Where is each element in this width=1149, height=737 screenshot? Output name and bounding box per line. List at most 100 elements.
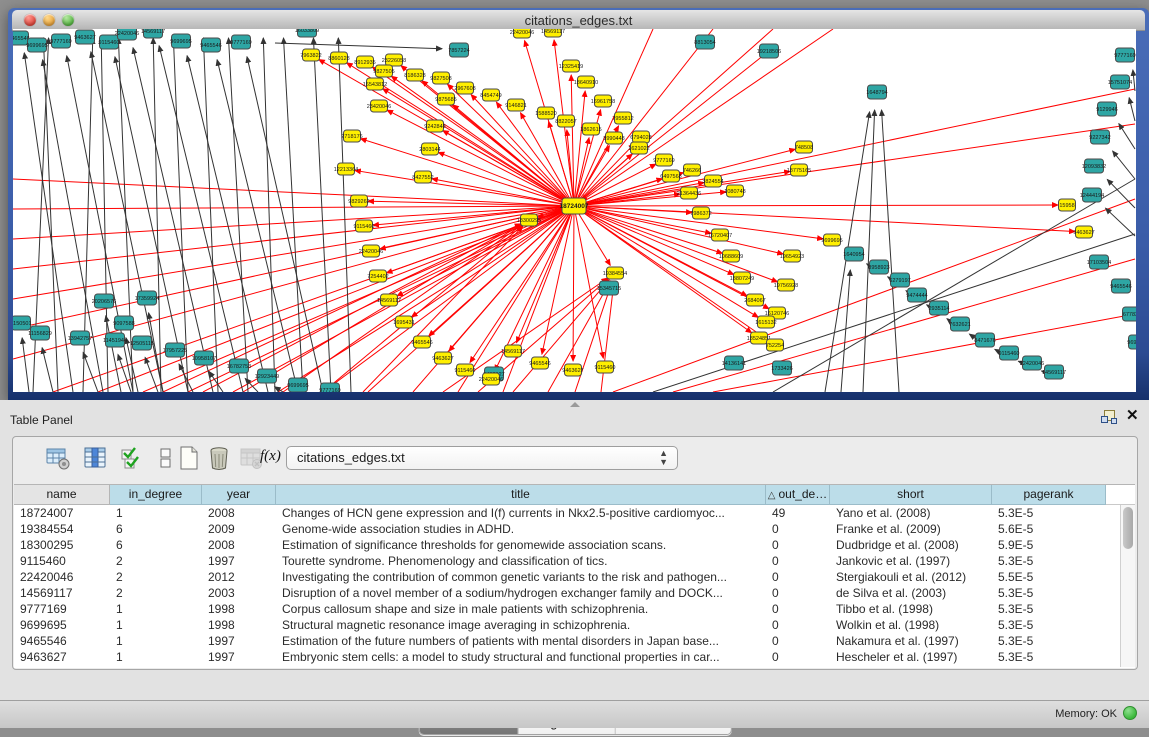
graph-node[interactable]: 19218506 <box>757 44 781 58</box>
graph-node[interactable]: 6794028 <box>630 131 651 143</box>
graph-node[interactable]: 12505115 <box>130 336 154 350</box>
vertical-scrollbar[interactable] <box>1120 505 1135 667</box>
graph-node[interactable]: 18300295 <box>517 214 541 226</box>
cell-short[interactable]: Dudbridge et al. (2008) <box>830 537 992 553</box>
graph-node[interactable]: 12325419 <box>559 60 583 72</box>
cell-name[interactable]: 9777169 <box>14 601 110 617</box>
graph-node[interactable]: 1621022 <box>628 142 649 154</box>
graph-node[interactable]: 8912935 <box>354 56 375 68</box>
cell-outde[interactable]: 0 <box>766 601 830 617</box>
graph-node[interactable]: 17957225 <box>163 343 187 357</box>
cell-indegree[interactable]: 1 <box>110 601 202 617</box>
graph-node[interactable]: 8471676 <box>974 333 995 347</box>
column-header-indegree[interactable]: in_degree <box>110 485 202 505</box>
graph-node[interactable]: 11156829 <box>28 326 52 340</box>
cell-indegree[interactable]: 1 <box>110 633 202 649</box>
table-row[interactable]: 1938455462009Genome-wide association stu… <box>14 521 1135 537</box>
graph-node[interactable]: 14569117 <box>1042 365 1066 379</box>
delete-rows-trash-icon[interactable] <box>206 445 232 471</box>
graph-node[interactable]: 12093832 <box>1082 159 1106 173</box>
graph-node[interactable]: 1588520 <box>535 107 556 119</box>
cell-year[interactable]: 2008 <box>202 505 276 521</box>
graph-node[interactable]: 8990448 <box>603 132 624 144</box>
table-row[interactable]: 977716911998Corpus callosum shape and si… <box>14 601 1135 617</box>
cell-outde[interactable]: 0 <box>766 649 830 665</box>
graph-node[interactable]: 8958923 <box>868 260 889 274</box>
cell-pagerank[interactable]: 5.3E-5 <box>992 585 1106 601</box>
table-row[interactable]: 1456911722003Disruption of a novel membe… <box>14 585 1135 601</box>
show-columns-icon[interactable] <box>82 445 108 471</box>
cell-name[interactable]: 19384554 <box>14 521 110 537</box>
cell-year[interactable]: 2009 <box>202 521 276 537</box>
cell-title[interactable]: Estimation of the future numbers of pati… <box>276 633 766 649</box>
graph-node[interactable]: 16033809 <box>295 29 319 37</box>
cell-title[interactable]: Estimation of significance thresholds fo… <box>276 537 766 553</box>
select-columns-icon[interactable] <box>119 445 139 471</box>
graph-node[interactable]: 9146821 <box>505 99 526 111</box>
cell-short[interactable]: Franke et al. (2009) <box>830 521 992 537</box>
graph-node[interactable]: 13942757 <box>68 331 92 345</box>
cell-short[interactable]: Tibbo et al. (1998) <box>830 601 992 617</box>
table-row[interactable]: 969969511998Structural magnetic resonanc… <box>14 617 1135 633</box>
graph-node[interactable]: 748508 <box>795 141 813 153</box>
graph-node[interactable]: 1862615 <box>580 123 601 135</box>
cell-short[interactable]: Jankovic et al. (1997) <box>830 553 992 569</box>
cell-pagerank[interactable]: 5.9E-5 <box>992 537 1106 553</box>
column-header-pagerank[interactable]: pagerank <box>992 485 1106 505</box>
graph-node[interactable]: 10958107 <box>192 351 216 365</box>
graph-node[interactable]: 8860128 <box>328 52 349 64</box>
graph-node[interactable]: 8822057 <box>555 115 576 127</box>
row-options-icon[interactable] <box>153 445 167 471</box>
graph-node[interactable]: 9115460 <box>594 361 615 373</box>
graph-node[interactable]: 19756928 <box>774 279 798 291</box>
graph-node[interactable]: 9777169 <box>50 34 71 48</box>
graph-node[interactable]: 1615132 <box>755 316 776 328</box>
cell-title[interactable]: Corpus callosum shape and size in male p… <box>276 601 766 617</box>
cell-pagerank[interactable]: 5.5E-5 <box>992 569 1106 585</box>
graph-node[interactable]: 16543812 <box>363 78 387 90</box>
cell-year[interactable]: 2008 <box>202 537 276 553</box>
cell-name[interactable]: 9115460 <box>14 553 110 569</box>
graph-node[interactable]: 9115460 <box>454 364 475 376</box>
graph-node[interactable]: 19654923 <box>780 250 804 262</box>
graph-node[interactable]: 9474444 <box>906 288 927 302</box>
graph-node[interactable]: 2967608 <box>454 82 475 94</box>
graph-node[interactable]: 23420046 <box>367 100 391 112</box>
graph-node[interactable]: 14569117 <box>141 29 165 38</box>
graph-node[interactable]: 1080748 <box>724 185 745 197</box>
graph-node[interactable]: 12213364 <box>334 163 358 175</box>
graph-node[interactable]: 11451944 <box>103 333 127 347</box>
graph-node[interactable]: 8186328 <box>404 69 425 81</box>
table-row[interactable]: 911546021997Tourette syndrome. Phenomeno… <box>14 553 1135 569</box>
cell-pagerank[interactable]: 5.3E-5 <box>992 601 1106 617</box>
function-builder-icon[interactable]: f(x) <box>260 448 286 474</box>
cell-name[interactable]: 9699695 <box>14 617 110 633</box>
citation-network-graph[interactable]: 9465546969969597771699463627911546022420… <box>13 29 1136 392</box>
graph-node[interactable]: 1648794 <box>866 85 887 99</box>
cell-year[interactable]: 1998 <box>202 617 276 633</box>
graph-node[interactable]: 12444194 <box>1080 188 1104 202</box>
graph-node[interactable]: 9465546 <box>529 357 550 369</box>
graph-node[interactable]: 22420046 <box>479 373 503 385</box>
graph-node[interactable]: 9777169 <box>1114 48 1135 62</box>
cell-short[interactable]: Yano et al. (2008) <box>830 505 992 521</box>
cell-outde[interactable]: 0 <box>766 553 830 569</box>
close-panel-icon[interactable]: ✕ <box>1126 408 1139 424</box>
cell-pagerank[interactable]: 5.3E-5 <box>992 553 1106 569</box>
table-row[interactable]: 946362711997Embryonic stem cells: a mode… <box>14 649 1135 665</box>
table-row[interactable]: 1830029562008Estimation of significance … <box>14 537 1135 553</box>
graph-node[interactable]: 9465546 <box>200 38 221 52</box>
graph-node[interactable]: 9129946 <box>1096 102 1117 116</box>
table-row[interactable]: 2242004622012Investigating the contribut… <box>14 569 1135 585</box>
graph-node[interactable]: 9699695 <box>1127 335 1136 349</box>
graph-node[interactable]: 22420046 <box>115 29 139 40</box>
graph-node[interactable]: 2935114 <box>928 301 949 315</box>
graph-node[interactable]: 1733426 <box>771 361 792 375</box>
graph-node[interactable]: 21364436 <box>677 187 701 199</box>
cell-indegree[interactable]: 1 <box>110 505 202 521</box>
graph-node[interactable]: 9827505 <box>373 65 394 77</box>
graph-node[interactable]: 9115460 <box>353 220 374 232</box>
graph-node[interactable]: 12923449 <box>255 369 279 383</box>
graph-node[interactable]: 1150501 <box>13 316 32 330</box>
graph-node[interactable]: 9777169 <box>653 154 674 166</box>
